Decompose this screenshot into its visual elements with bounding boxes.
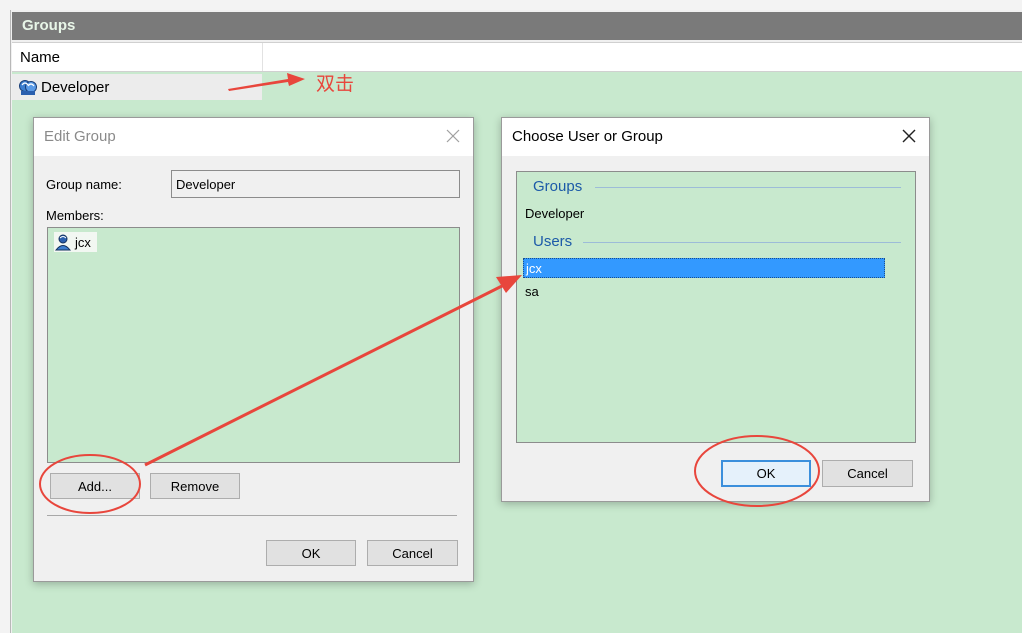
group-name-input[interactable] xyxy=(171,170,460,198)
edit-group-dialog: Edit Group Group name: Members: jcx Add.… xyxy=(33,117,474,582)
choose-cancel-button[interactable]: Cancel xyxy=(822,460,913,487)
choose-user-group-dialog: Choose User or Group Groups Developer Us… xyxy=(501,117,930,502)
users-section-heading: Users xyxy=(533,233,573,250)
list-item[interactable]: Developer xyxy=(525,206,584,221)
name-column-header[interactable]: Name xyxy=(12,42,1022,72)
user-icon xyxy=(54,234,72,251)
members-label: Members: xyxy=(46,208,104,223)
list-item[interactable]: jcx xyxy=(54,232,97,252)
dialog-divider xyxy=(47,515,457,516)
groups-panel-header: Groups xyxy=(12,12,1022,40)
choose-ok-button[interactable]: OK xyxy=(721,460,811,487)
choose-dialog-titlebar: Choose User or Group xyxy=(502,118,929,156)
selected-user-label: jcx xyxy=(526,261,542,276)
member-name: jcx xyxy=(75,234,91,250)
remove-member-button[interactable]: Remove xyxy=(150,473,240,499)
edit-cancel-button[interactable]: Cancel xyxy=(367,540,458,566)
groups-section-heading: Groups xyxy=(533,178,583,195)
list-item[interactable]: sa xyxy=(525,284,539,299)
group-row-developer[interactable]: Developer xyxy=(12,74,262,100)
edit-dialog-titlebar: Edit Group xyxy=(34,118,473,156)
close-icon[interactable] xyxy=(441,124,465,148)
add-member-button[interactable]: Add... xyxy=(50,473,140,499)
name-column-label: Name xyxy=(20,49,61,66)
groups-section-rule xyxy=(595,187,901,188)
close-icon[interactable] xyxy=(897,124,921,148)
list-item-selected[interactable]: jcx xyxy=(523,258,885,278)
principal-list[interactable]: Groups Developer Users jcx sa xyxy=(516,171,916,443)
members-list[interactable]: jcx xyxy=(47,227,460,463)
double-click-annotation: 双击 xyxy=(316,73,355,95)
left-scroll-edge xyxy=(0,10,11,633)
top-strip xyxy=(0,0,1022,10)
column-separator xyxy=(262,43,263,71)
edit-ok-button[interactable]: OK xyxy=(266,540,356,566)
group-name-label: Group name: xyxy=(46,177,122,192)
group-row-label: Developer xyxy=(41,78,110,96)
users-section-rule xyxy=(583,242,901,243)
edit-dialog-title: Edit Group xyxy=(44,128,116,145)
group-icon xyxy=(19,80,37,95)
choose-dialog-title: Choose User or Group xyxy=(512,128,663,145)
